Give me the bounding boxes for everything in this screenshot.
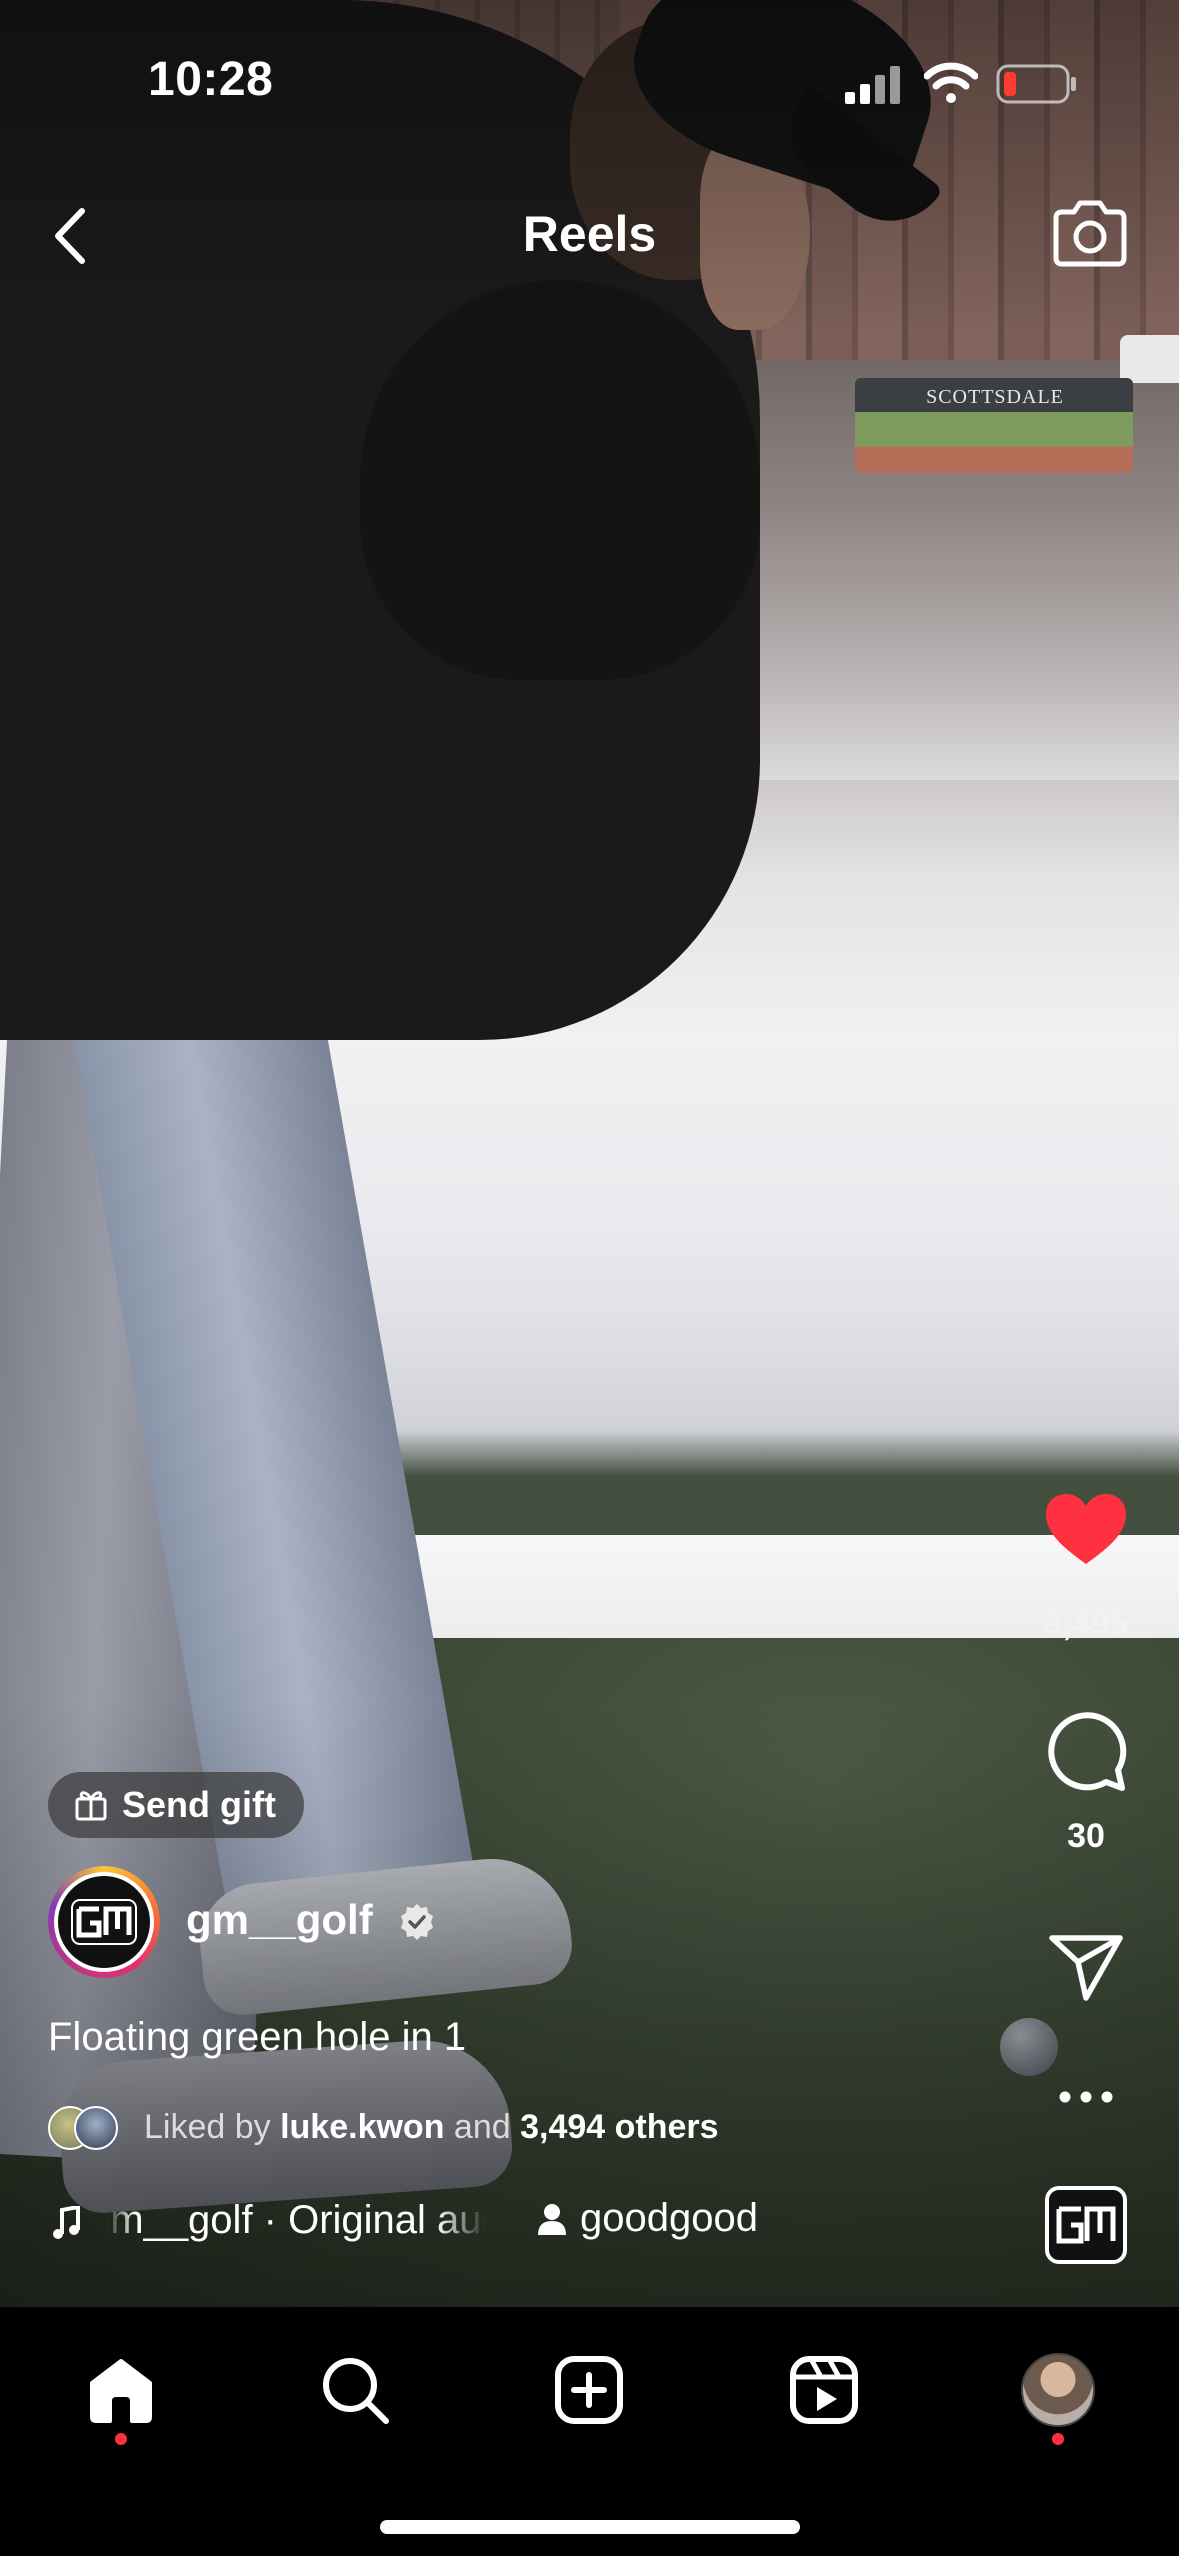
author-username[interactable]: gm__golf xyxy=(186,1896,373,1944)
liker-avatar xyxy=(74,2106,118,2150)
author-avatar-ring-gap xyxy=(54,1872,154,1972)
liked-by-user[interactable]: luke.kwon xyxy=(280,2108,444,2146)
music-note-icon xyxy=(53,2206,80,2239)
tagged-user-button[interactable]: goodgood xyxy=(538,2196,758,2241)
gm-logo-icon xyxy=(1056,2206,1116,2244)
plus-square-icon xyxy=(555,2356,623,2424)
paper-plane-icon xyxy=(1049,1935,1123,2001)
comment-button[interactable] xyxy=(1030,1708,1142,1792)
like-button[interactable] xyxy=(1030,1492,1142,1568)
reels-icon xyxy=(790,2356,858,2424)
liked-by-others[interactable]: 3,494 others xyxy=(520,2108,718,2146)
like-count[interactable]: 3,495 xyxy=(1010,1605,1162,1644)
tab-profile[interactable] xyxy=(1003,2340,1113,2440)
golfer-arm xyxy=(360,280,760,680)
gift-icon xyxy=(75,1791,107,1821)
liked-by-prefix: Liked by xyxy=(144,2108,281,2146)
home-filled-icon xyxy=(90,2359,152,2423)
camera-icon xyxy=(1053,200,1127,267)
liked-by-text[interactable]: Liked by luke.kwon and 3,494 others xyxy=(144,2108,719,2147)
liked-by-avatars[interactable] xyxy=(48,2106,128,2150)
tab-search[interactable] xyxy=(300,2340,410,2440)
reel-caption[interactable]: Floating green hole in 1 xyxy=(48,2015,466,2060)
audio-track-ticker[interactable]: gm__golf · Original audio xyxy=(106,2198,486,2243)
send-gift-label: Send gift xyxy=(122,1784,276,1825)
home-notification-dot xyxy=(115,2433,127,2445)
gm-logo-icon xyxy=(71,1899,137,1945)
tagged-username: goodgood xyxy=(580,2196,758,2240)
comment-bubble-icon xyxy=(1048,1712,1127,1791)
tab-home[interactable] xyxy=(66,2340,176,2440)
author-avatar[interactable] xyxy=(48,1866,160,1978)
battery-icon xyxy=(996,64,1076,104)
more-options-button[interactable] xyxy=(1030,2072,1142,2122)
status-time: 10:28 xyxy=(148,53,274,106)
floating-green-sign: SCOTTSDALE xyxy=(926,386,1064,408)
audio-thumbnail-button[interactable] xyxy=(1045,2186,1127,2264)
audio-track-label: gm__golf · Original audio xyxy=(106,2198,486,2242)
heart-filled-icon xyxy=(1046,1494,1126,1564)
camera-button[interactable] xyxy=(1050,198,1130,270)
comment-count[interactable]: 30 xyxy=(1010,1817,1162,1856)
share-button[interactable] xyxy=(1030,1932,1142,2002)
person-icon xyxy=(538,2203,566,2235)
page-title: Reels xyxy=(522,206,657,262)
top-gradient xyxy=(0,0,1179,330)
send-gift-button[interactable]: Send gift xyxy=(48,1772,304,1838)
author-avatar-image xyxy=(58,1876,150,1968)
verified-badge-icon xyxy=(401,1904,433,1940)
tab-create[interactable] xyxy=(534,2340,644,2440)
wifi-icon xyxy=(924,62,978,103)
profile-notification-dot xyxy=(1052,2433,1064,2445)
background-boat xyxy=(1120,335,1179,383)
cellular-signal-icon xyxy=(845,66,900,104)
liked-by-connector: and xyxy=(444,2108,521,2146)
reel-video[interactable]: SCOTTSDALE xyxy=(0,0,1179,2307)
home-indicator[interactable] xyxy=(380,2520,800,2534)
search-icon xyxy=(323,2358,389,2424)
profile-avatar xyxy=(1021,2353,1095,2427)
tab-reels[interactable] xyxy=(769,2340,879,2440)
more-dots-icon xyxy=(1059,2091,1113,2103)
